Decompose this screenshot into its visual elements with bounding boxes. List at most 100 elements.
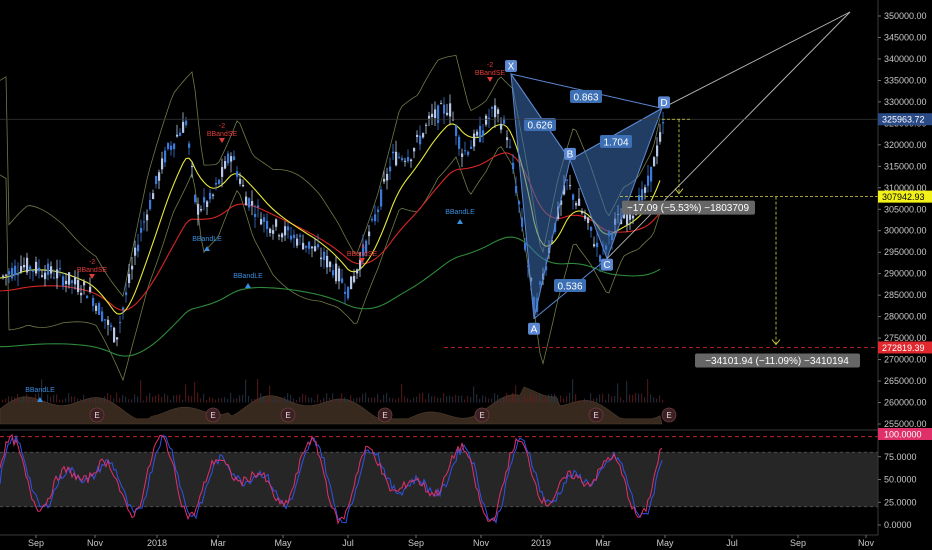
time-tick-label: Sep — [28, 538, 44, 548]
candle-body — [311, 246, 314, 249]
volume-bar — [221, 398, 223, 403]
volume-bar — [437, 397, 439, 403]
earnings-label: E — [285, 411, 290, 420]
price-tick-label: 295000.00 — [884, 247, 927, 257]
candle-body — [194, 195, 197, 203]
volume-bar — [497, 394, 499, 403]
ratio-label: 0.536 — [557, 282, 582, 293]
volume-bar — [269, 385, 271, 403]
candle-body — [122, 307, 125, 310]
volume-bar — [659, 395, 661, 403]
candle-body — [590, 226, 593, 231]
volume-bar — [47, 394, 49, 403]
candle-body — [101, 311, 104, 322]
volume-bar — [170, 399, 172, 403]
price-tick-label: 315000.00 — [884, 161, 927, 171]
candle-body — [251, 201, 254, 206]
candle-body — [167, 143, 170, 149]
volume-bar — [134, 394, 136, 403]
candle-body — [599, 255, 602, 262]
volume-bar — [617, 383, 619, 403]
candle-body — [431, 113, 434, 117]
volume-bar — [356, 397, 358, 403]
volume-bar — [572, 379, 574, 403]
volume-bar — [323, 397, 325, 403]
volume-bar — [542, 399, 544, 403]
volume-bar — [461, 395, 463, 403]
volume-bar — [662, 399, 664, 403]
candle-body — [287, 226, 290, 231]
volume-bar — [377, 394, 379, 403]
candle-body — [80, 292, 83, 296]
volume-bar — [17, 394, 19, 403]
volume-bar — [491, 398, 493, 403]
price-label-text: 325963.72 — [882, 115, 925, 125]
price-tick-label: 345000.00 — [884, 32, 927, 42]
volume-bar — [515, 385, 517, 403]
candle-body — [395, 151, 398, 166]
volume-bar — [335, 400, 337, 403]
volume-bar — [626, 381, 628, 403]
price-tick-label: 260000.00 — [884, 398, 927, 408]
candle-body — [341, 278, 344, 283]
volume-bar — [116, 392, 118, 403]
candle-body — [422, 133, 425, 138]
candle-body — [260, 219, 263, 225]
volume-bar — [518, 397, 520, 403]
volume-bar — [503, 397, 505, 403]
candle-body — [485, 115, 488, 125]
candle-body — [230, 156, 233, 162]
candle-body — [53, 277, 56, 279]
candle-body — [152, 193, 155, 200]
signal-label: BBandSE — [207, 131, 238, 138]
candle-body — [293, 234, 296, 239]
candle-body — [164, 150, 167, 163]
stoch-tick-label: 75.0000 — [884, 452, 917, 462]
candle-body — [278, 235, 281, 237]
volume-bar — [248, 395, 250, 403]
volume-bar — [290, 394, 292, 403]
candle-body — [404, 160, 407, 162]
volume-bar — [473, 386, 475, 403]
candle-body — [47, 263, 50, 275]
candle-body — [458, 136, 461, 149]
candle-body — [578, 198, 581, 206]
time-tick-label: Nov — [473, 538, 490, 548]
stoch-value-label: 100.0000 — [884, 430, 922, 440]
volume-bar — [146, 395, 148, 403]
candle-body — [116, 337, 119, 340]
volume-bar — [407, 398, 409, 403]
volume-bar — [557, 398, 559, 403]
volume-bar — [203, 393, 205, 403]
volume-bar — [644, 397, 646, 403]
volume-bar — [179, 394, 181, 403]
volume-bar — [119, 397, 121, 403]
earnings-label: E — [210, 411, 215, 420]
candle-body — [380, 189, 383, 207]
candle-body — [86, 295, 89, 299]
volume-bar — [230, 392, 232, 403]
volume-bar — [200, 398, 202, 403]
candle-body — [179, 132, 182, 136]
candle-body — [71, 280, 74, 284]
candle-body — [389, 166, 392, 172]
volume-bar — [188, 395, 190, 403]
candle-body — [56, 269, 59, 279]
volume-bar — [281, 400, 283, 403]
candle-body — [203, 197, 206, 203]
volume-bar — [155, 395, 157, 403]
volume-bar — [104, 396, 106, 403]
volume-bar — [197, 392, 199, 403]
volume-bar — [263, 396, 265, 403]
volume-bar — [602, 393, 604, 403]
candle-body — [335, 263, 338, 282]
candle-body — [368, 231, 371, 237]
signal-count: -2 — [89, 259, 95, 266]
candle-body — [494, 105, 497, 118]
signal-count: -1 — [359, 243, 365, 250]
candle-body — [92, 297, 95, 306]
volume-bar — [11, 396, 13, 403]
candle-body — [407, 157, 410, 162]
volume-bar — [167, 395, 169, 403]
volume-bar — [50, 396, 52, 403]
